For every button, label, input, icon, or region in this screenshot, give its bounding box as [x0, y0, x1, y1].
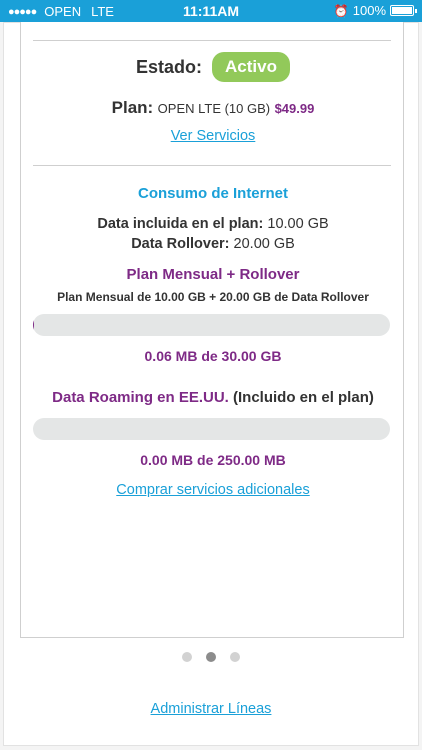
internet-usage-title: Consumo de Internet	[137, 185, 288, 202]
battery-percent: 100%	[352, 3, 386, 18]
plan-type-title: Plan Mensual + Rollover	[126, 266, 300, 283]
plan-name: OPEN LTE (10 GB)	[157, 101, 271, 116]
data-usage-progress-fill	[33, 314, 34, 336]
ver-servicios-link[interactable]: Ver Servicios	[171, 128, 256, 144]
rollover-data-row: Data Rollover: 20.00 GB	[21, 236, 405, 252]
status-badge: Activo	[212, 52, 290, 82]
rollover-data-label: Data Rollover:	[131, 236, 230, 252]
data-usage-progress-bar	[33, 314, 390, 336]
alarm-icon: ⏰	[333, 3, 349, 18]
plan-type-description: Plan Mensual de 10.00 GB + 20.00 GB de D…	[57, 290, 369, 304]
battery-icon	[390, 5, 417, 16]
status-row: Estado: Activo	[21, 52, 405, 82]
status-bar: ●●●●● OPEN LTE 11:11AM ⏰ 100%	[0, 0, 422, 22]
rollover-data-value: 20.00 GB	[233, 236, 295, 252]
page-dot[interactable]	[230, 652, 240, 662]
plan-price: $49.99	[274, 101, 315, 116]
roaming-usage-progress-bar	[33, 418, 390, 440]
buy-additional-services-link[interactable]: Comprar servicios adicionales	[116, 482, 309, 498]
included-data-label: Data incluida en el plan:	[97, 216, 264, 232]
roaming-title-row: Data Roaming en EE.UU. (Incluido en el p…	[21, 389, 405, 406]
manage-lines-link[interactable]: Administrar Líneas	[151, 701, 272, 717]
roaming-title: Data Roaming en EE.UU.	[52, 389, 229, 406]
divider	[33, 165, 391, 166]
divider	[33, 40, 391, 41]
page-dot[interactable]	[206, 652, 216, 662]
plan-row: Plan: OPEN LTE (10 GB) $49.99	[21, 98, 405, 118]
included-data-row: Data incluida en el plan: 10.00 GB	[21, 216, 405, 232]
page-dot[interactable]	[182, 652, 192, 662]
data-usage-text: 0.06 MB de 30.00 GB	[144, 348, 282, 364]
status-label: Estado:	[136, 56, 203, 77]
roaming-note: (Incluido en el plan)	[233, 389, 374, 406]
roaming-usage-text: 0.00 MB de 250.00 MB	[140, 452, 286, 468]
included-data-value: 10.00 GB	[267, 216, 329, 232]
account-card: Estado: Activo Plan: OPEN LTE (10 GB) $4…	[20, 22, 404, 638]
plan-label: Plan:	[111, 98, 154, 117]
page-indicator	[0, 652, 422, 662]
